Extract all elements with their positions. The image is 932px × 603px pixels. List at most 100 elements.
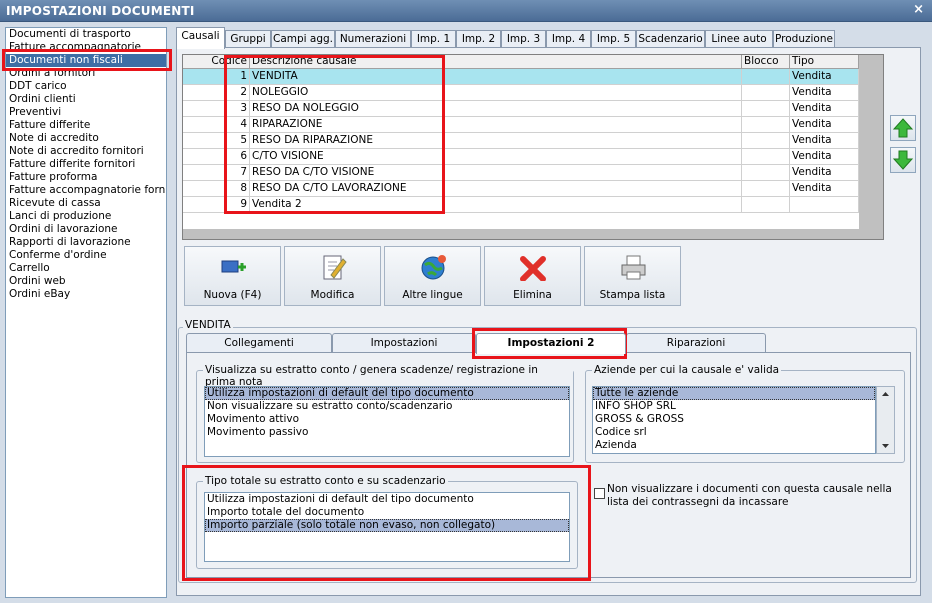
cell-codice: 1	[183, 69, 250, 85]
printer-icon	[621, 255, 646, 280]
col-blocco-header[interactable]: Blocco	[742, 55, 790, 69]
doc-type-item[interactable]: DDT carico	[6, 80, 166, 93]
list-item[interactable]: INFO SHOP SRL	[593, 400, 875, 413]
doc-type-item[interactable]: Rapporti di lavorazione	[6, 236, 166, 249]
doc-type-item[interactable]: Note di accredito fornitori	[6, 145, 166, 158]
contrassegni-checkbox[interactable]	[594, 488, 605, 499]
cell-descrizione: RIPARAZIONE	[250, 117, 742, 133]
contrassegni-label: Non visualizzare i documenti con questa …	[607, 483, 892, 508]
cell-tipo: Vendita	[790, 149, 859, 165]
cell-tipo: Vendita	[790, 69, 859, 85]
close-icon[interactable]: ×	[913, 2, 924, 17]
aziende-list[interactable]: Tutte le aziende INFO SHOP SRL GROSS & GRO…	[592, 386, 876, 454]
cell-descrizione: RESO DA C/TO VISIONE	[250, 165, 742, 181]
doc-type-item[interactable]: Carrello	[6, 262, 166, 275]
subtab-riparazioni[interactable]: Riparazioni	[626, 333, 766, 353]
vendita-group-title: VENDITA	[183, 319, 233, 331]
altre-lingue-button[interactable]: Altre lingue	[384, 246, 481, 306]
cell-codice: 8	[183, 181, 250, 197]
doc-type-item[interactable]: Documenti non fiscali	[6, 54, 166, 67]
tab-imp-2[interactable]: Imp. 2	[456, 30, 501, 48]
table-row[interactable]: 8 RESO DA C/TO LAVORAZIONE Vendita	[183, 181, 859, 197]
subtab-impostazioni-2[interactable]: Impostazioni 2	[476, 333, 626, 354]
elimina-button[interactable]: Elimina	[484, 246, 581, 306]
table-row[interactable]: 2 NOLEGGIO Vendita	[183, 85, 859, 101]
list-item[interactable]: Non visualizzare su estratto conto/scade…	[205, 400, 569, 413]
doc-type-item[interactable]: Ordini eBay	[6, 288, 166, 301]
tab-scadenzario[interactable]: Scadenzario	[636, 30, 705, 48]
table-row[interactable]: 7 RESO DA C/TO VISIONE Vendita	[183, 165, 859, 181]
arrow-up-icon	[892, 118, 914, 138]
doc-type-item[interactable]: Fatture accompagnatorie fornito	[6, 184, 166, 197]
doc-type-item[interactable]: Ordini web	[6, 275, 166, 288]
doc-type-item[interactable]: Fatture differite fornitori	[6, 158, 166, 171]
doc-type-item[interactable]: Documenti di trasporto	[6, 28, 166, 41]
tab-linee-auto[interactable]: Linee auto	[705, 30, 773, 48]
cell-blocco	[742, 197, 790, 213]
table-row[interactable]: 9 Vendita 2	[183, 197, 859, 213]
doc-type-item[interactable]: Note di accredito	[6, 132, 166, 145]
table-row[interactable]: 3 RESO DA NOLEGGIO Vendita	[183, 101, 859, 117]
delete-x-icon	[520, 256, 546, 281]
table-row[interactable]: 6 C/TO VISIONE Vendita	[183, 149, 859, 165]
list-item[interactable]: Utilizza impostazioni di default del tip…	[205, 493, 569, 506]
doc-type-item[interactable]: Conferme d'ordine	[6, 249, 166, 262]
table-row[interactable]: 5 RESO DA RIPARAZIONE Vendita	[183, 133, 859, 149]
tab-campi-agg-[interactable]: Campi agg.	[271, 30, 335, 48]
doc-type-item[interactable]: Fatture differite	[6, 119, 166, 132]
tab-causali[interactable]: Causali	[176, 27, 225, 49]
list-item[interactable]: Movimento passivo	[205, 426, 569, 439]
tab-imp-5[interactable]: Imp. 5	[591, 30, 636, 48]
list-item[interactable]: Importo totale del documento	[205, 506, 569, 519]
table-row[interactable]: 4 RIPARAZIONE Vendita	[183, 117, 859, 133]
cell-tipo: Vendita	[790, 181, 859, 197]
doc-type-item[interactable]: Fatture accompagnatorie	[6, 41, 166, 54]
cell-blocco	[742, 165, 790, 181]
tab-imp-1[interactable]: Imp. 1	[411, 30, 456, 48]
globe-icon	[421, 255, 446, 280]
nuova-button[interactable]: Nuova (F4)	[184, 246, 281, 306]
doc-type-item[interactable]: Ordini di lavorazione	[6, 223, 166, 236]
tipo-totale-list[interactable]: Utilizza impostazioni di default del tip…	[204, 492, 570, 562]
move-up-button[interactable]	[890, 115, 916, 141]
tab-imp-4[interactable]: Imp. 4	[546, 30, 591, 48]
doc-type-item[interactable]: Ordini a fornitori	[6, 67, 166, 80]
col-tipo-header[interactable]: Tipo	[790, 55, 859, 69]
list-item[interactable]: Codice srl	[593, 426, 875, 439]
stampa-lista-button[interactable]: Stampa lista	[584, 246, 681, 306]
visualizza-list[interactable]: Utilizza impostazioni di default del tip…	[204, 386, 570, 457]
edit-document-icon	[323, 255, 347, 280]
subtab-impostazioni[interactable]: Impostazioni	[332, 333, 476, 353]
cell-descrizione: RESO DA RIPARAZIONE	[250, 133, 742, 149]
tab-produzione[interactable]: Produzione	[773, 30, 835, 48]
list-item[interactable]: Tutte le aziende	[593, 387, 875, 400]
tab-gruppi[interactable]: Gruppi	[225, 30, 271, 48]
tab-numerazioni[interactable]: Numerazioni	[335, 30, 411, 48]
modifica-label: Modifica	[310, 289, 355, 301]
list-item[interactable]: Importo parziale (solo totale non evaso,…	[205, 519, 569, 532]
tab-imp-3[interactable]: Imp. 3	[501, 30, 546, 48]
list-item[interactable]: Utilizza impostazioni di default del tip…	[205, 387, 569, 400]
list-item[interactable]: Azienda	[593, 439, 875, 452]
doc-type-item[interactable]: Lanci di produzione	[6, 210, 166, 223]
subtab-collegamenti[interactable]: Collegamenti	[186, 333, 332, 353]
list-item[interactable]: Movimento attivo	[205, 413, 569, 426]
cell-blocco	[742, 101, 790, 117]
doc-type-item[interactable]: Ordini clienti	[6, 93, 166, 106]
col-codice-header[interactable]: Codice	[183, 55, 250, 69]
cell-blocco	[742, 133, 790, 149]
doc-type-item[interactable]: Fatture proforma	[6, 171, 166, 184]
causali-grid[interactable]: Codice Descrizione causale Blocco Tipo 1…	[182, 54, 884, 240]
document-type-list[interactable]: Documenti di trasporto Fatture accompagna…	[5, 27, 167, 598]
cell-tipo	[790, 197, 859, 213]
aziende-scrollbar[interactable]	[876, 386, 895, 454]
doc-type-item[interactable]: Ricevute di cassa	[6, 197, 166, 210]
doc-type-item[interactable]: Preventivi	[6, 106, 166, 119]
list-item[interactable]: GROSS & GROSS	[593, 413, 875, 426]
table-row[interactable]: 1 VENDITA Vendita	[183, 69, 859, 85]
modifica-button[interactable]: Modifica	[284, 246, 381, 306]
cell-codice: 2	[183, 85, 250, 101]
move-down-button[interactable]	[890, 147, 916, 173]
cell-blocco	[742, 69, 790, 85]
col-descrizione-header[interactable]: Descrizione causale	[250, 55, 742, 69]
